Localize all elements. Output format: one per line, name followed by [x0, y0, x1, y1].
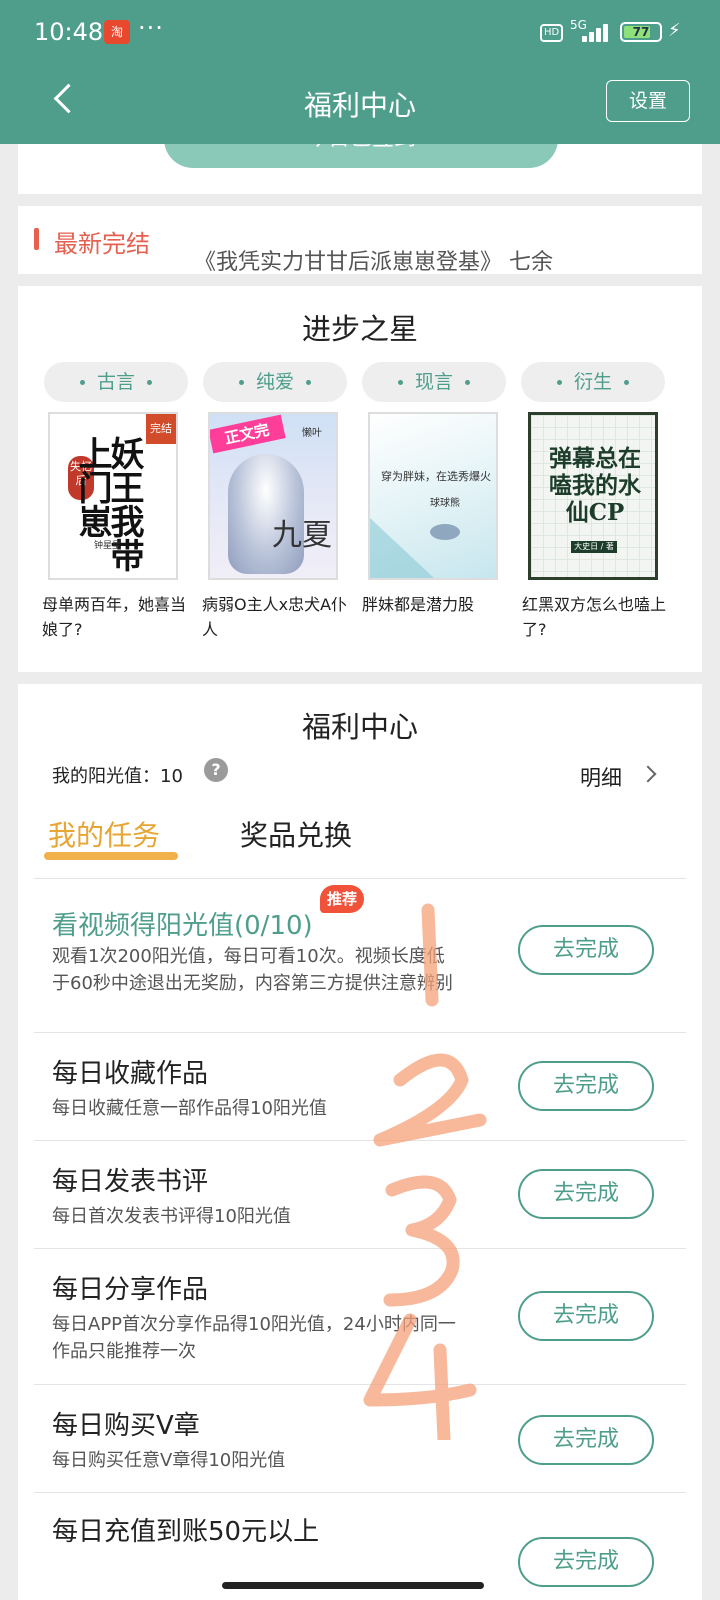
task-desc: 每日APP首次分享作品得10阳光值，24小时内同一作品只能推荐一次	[52, 1314, 456, 1362]
cover-title: 妖王我带上门崽	[72, 436, 144, 572]
cover-signature: 九夏	[272, 518, 332, 553]
signal-icon	[582, 22, 612, 42]
tag-label: 纯爱	[255, 371, 294, 393]
help-icon[interactable]: ?	[204, 758, 228, 782]
task-name: 看视频得阳光值(0/10)	[52, 911, 313, 941]
tag-chunai[interactable]: 纯爱	[203, 362, 347, 402]
tab-prize-exchange[interactable]: 奖品兑换	[240, 814, 352, 854]
complete-task-button[interactable]: 去完成	[518, 1537, 654, 1587]
cover-banner: 正文完	[210, 414, 286, 454]
tag-label: 现言	[414, 371, 453, 393]
task-item: 每日发表书评 每日首次发表书评得10阳光值 去完成	[34, 1141, 686, 1249]
tag-xianyan[interactable]: 现言	[362, 362, 506, 402]
hd-icon: HD	[540, 24, 564, 42]
app-header: 福利中心 设置	[0, 64, 720, 144]
status-time: 10:48	[34, 18, 104, 46]
tag-guyan[interactable]: 古言	[44, 362, 188, 402]
chevron-right-icon[interactable]	[639, 765, 657, 783]
cover-shape	[370, 518, 434, 578]
charging-icon: ⚡	[668, 20, 681, 41]
latest-finished-label: 最新完结	[54, 230, 150, 258]
task-item: 每日收藏作品 每日收藏任意一部作品得10阳光值 去完成	[34, 1033, 686, 1141]
complete-task-button[interactable]: 去完成	[518, 1169, 654, 1219]
tag-label: 古言	[96, 371, 135, 393]
battery-icon: 77	[620, 22, 662, 42]
book-title[interactable]: 母单两百年，她喜当娘了?	[42, 592, 198, 642]
task-item: 每日分享作品 每日APP首次分享作品得10阳光值，24小时内同一作品只能推荐一次…	[34, 1249, 686, 1385]
sunshine-value: 我的阳光值：10	[52, 766, 183, 787]
progress-stars-card: 进步之星 古言 纯爱 现言 衍生 完结 失忆后 妖王我带上门崽 钟星星 母单两百…	[18, 286, 702, 672]
sign-in-card: 今日已签到	[18, 144, 702, 194]
section-marker	[34, 228, 39, 250]
cover-author: 钟星星	[94, 541, 122, 551]
task-item: 每日购买V章 每日购买任意V章得10阳光值 去完成	[34, 1385, 686, 1493]
cover-illustration	[430, 524, 460, 540]
complete-task-button[interactable]: 去完成	[518, 1291, 654, 1341]
progress-stars-title: 进步之星	[301, 312, 418, 346]
task-name: 每日发表书评	[52, 1167, 209, 1197]
home-indicator[interactable]	[222, 1582, 484, 1589]
tag-label: 衍生	[573, 371, 612, 393]
cover-title: 穿为胖妹，在选秀爆火	[381, 470, 491, 483]
task-desc: 每日首次发表书评得10阳光值	[52, 1206, 291, 1227]
task-name: 每日购买V章	[52, 1411, 200, 1441]
latest-finished-marquee[interactable]: 《我凭实力甘甘后派崽崽登基》 七余	[194, 244, 553, 274]
task-name: 每日分享作品	[52, 1275, 209, 1305]
task-desc: 每日购买任意V章得10阳光值	[52, 1450, 286, 1471]
signed-in-button[interactable]: 今日已签到	[164, 144, 558, 168]
book-title[interactable]: 红黑双方怎么也嗑上了?	[522, 592, 678, 642]
book-title[interactable]: 病弱O主人x忠犬A仆人	[202, 592, 358, 642]
latest-finished-card: 最新完结 《我凭实力甘甘后派崽崽登基》 七余	[18, 206, 702, 274]
cover-badge: 完结	[146, 414, 176, 444]
complete-task-button[interactable]: 去完成	[518, 1061, 654, 1111]
book-cover[interactable]: 弹幕总在嗑我的水仙CP 大史日 / 著	[528, 412, 658, 580]
cover-side-text: 懒叶	[302, 428, 322, 439]
welfare-card: 福利中心 我的阳光值：10 ? 明细 我的任务 奖品兑换 看视频得阳光值(0/1…	[18, 684, 702, 1600]
task-desc: 每日收藏任意一部作品得10阳光值	[52, 1098, 327, 1119]
complete-task-button[interactable]: 去完成	[518, 1415, 654, 1465]
more-notifications-icon: ···	[138, 14, 164, 42]
complete-task-button[interactable]: 去完成	[518, 925, 654, 975]
book-cover[interactable]: 完结 失忆后 妖王我带上门崽 钟星星	[48, 412, 178, 580]
cover-author: 大史日 / 著	[571, 541, 617, 553]
welfare-title: 福利中心	[301, 710, 418, 744]
tab-my-tasks[interactable]: 我的任务	[48, 814, 160, 854]
task-item: 看视频得阳光值(0/10) 推荐 观看1次200阳光值，每日可看10次。视频长度…	[34, 879, 686, 1033]
settings-button[interactable]: 设置	[606, 80, 690, 122]
book-cover[interactable]: 穿为胖妹，在选秀爆火 球球熊	[368, 412, 498, 580]
tag-yansheng[interactable]: 衍生	[521, 362, 665, 402]
recommend-badge: 推荐	[320, 885, 364, 913]
status-bar: 10:48 淘 ··· HD 5G 77 ⚡	[0, 0, 720, 64]
task-name: 每日充值到账50元以上	[52, 1517, 320, 1547]
detail-link[interactable]: 明细	[580, 762, 622, 792]
task-name: 每日收藏作品	[52, 1059, 209, 1089]
book-title[interactable]: 胖妹都是潜力股	[362, 592, 518, 617]
cover-title: 弹幕总在嗑我的水仙CP	[549, 445, 641, 526]
battery-level: 77	[632, 25, 650, 39]
active-tab-indicator	[44, 852, 178, 860]
cover-author: 球球熊	[430, 498, 460, 509]
book-cover[interactable]: 正文完 懒叶 九夏	[208, 412, 338, 580]
app-notification-icon: 淘	[104, 20, 130, 44]
task-desc: 观看1次200阳光值，每日可看10次。视频长度低于60秒中途退出无奖励，内容第三…	[52, 946, 453, 994]
